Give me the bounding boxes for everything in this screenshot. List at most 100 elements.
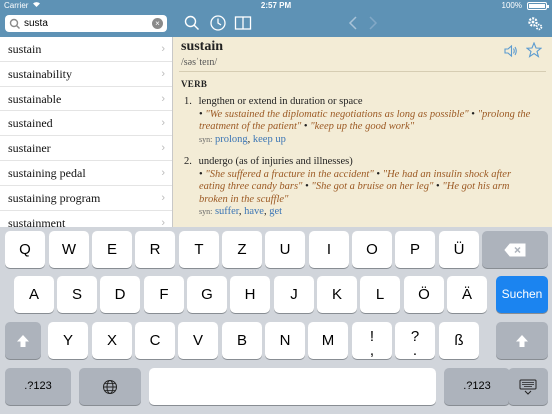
sense-definition: undergo (as of injuries and illnesses) [198,156,353,167]
key-r[interactable]: R [135,231,175,268]
list-item[interactable]: sustaining pedal › [0,161,172,186]
speaker-icon[interactable] [504,44,518,58]
star-icon[interactable] [525,41,543,58]
key-e[interactable]: E [92,231,132,268]
sense-2: 2. undergo (as of injuries and illnesses… [184,156,512,218]
list-item[interactable]: sustain › [0,37,172,62]
clock: 2:57 PM [260,1,292,10]
key-i[interactable]: I [309,231,349,268]
delete-key[interactable] [482,231,548,268]
top-bar: Carrier 2:57 PM 100% × [0,0,552,37]
chevron-right-icon: › [161,216,165,227]
key-exclamation-comma[interactable]: !, [352,322,392,359]
back-arrow-icon[interactable] [345,14,363,32]
key-eszett[interactable]: ß [439,322,479,359]
key-a-umlaut[interactable]: Ä [447,276,487,313]
key-b[interactable]: B [222,322,262,359]
numbers-key-right[interactable]: .?123 [444,368,510,405]
chevron-right-icon: › [161,117,165,130]
globe-icon [103,379,117,394]
battery-percent: 100% [501,1,522,10]
numbers-key[interactable]: .?123 [5,368,71,405]
history-icon[interactable] [209,14,227,32]
example: "We sustained the diplomatic negotiation… [205,108,469,120]
chevron-right-icon: › [161,67,165,80]
keyboard-dismiss-icon [519,379,537,395]
space-bar[interactable] [149,368,436,405]
key-u[interactable]: U [265,231,305,268]
example: "keep up the good work" [310,121,415,133]
definition-pane: sustain /səsˈteɪn/ VERB 1. lengthen or e… [173,37,552,227]
forward-arrow-icon[interactable] [363,14,381,32]
shift-arrow-icon [516,334,528,347]
sense-1: 1. lengthen or extend in duration or spa… [184,96,531,145]
globe-key[interactable] [79,368,141,405]
search-icon [9,17,21,29]
key-u-umlaut[interactable]: Ü [439,231,479,268]
hide-keyboard-key[interactable] [508,368,548,405]
key-q[interactable]: Q [5,231,45,268]
chevron-right-icon: › [161,166,165,179]
shift-arrow-icon [17,334,29,347]
clear-search-icon[interactable]: × [152,18,163,29]
shift-key[interactable] [5,322,41,359]
syn-label: syn: [199,134,213,144]
key-k[interactable]: K [317,276,357,313]
sense-definition: lengthen or extend in duration or space [198,96,363,107]
chevron-right-icon: › [161,92,165,105]
syn-label: syn: [199,207,213,217]
key-p[interactable]: P [395,231,435,268]
synonym-link[interactable]: suffer [215,206,239,217]
list-item[interactable]: sustainer › [0,136,172,161]
search-field[interactable]: × [5,15,167,32]
list-item[interactable]: sustainable › [0,87,172,112]
key-o[interactable]: O [352,231,392,268]
key-d[interactable]: D [100,276,140,313]
key-x[interactable]: X [92,322,132,359]
settings-icon[interactable] [526,14,544,32]
key-g[interactable]: G [187,276,227,313]
search-icon[interactable] [183,14,201,32]
synonym-link[interactable]: have [244,206,264,217]
key-l[interactable]: L [360,276,400,313]
list-item[interactable]: sustainability › [0,62,172,87]
key-s[interactable]: S [57,276,97,313]
key-question-period[interactable]: ?. [395,322,435,359]
key-o-umlaut[interactable]: Ö [404,276,444,313]
keyboard: Q W E R T Z U I O P Ü A S D F G H J K L … [0,227,552,414]
key-c[interactable]: C [135,322,175,359]
results-list: sustain › sustainability › sustainable › su… [0,37,173,227]
synonym-link[interactable]: keep up [253,134,286,145]
shift-key-right[interactable] [496,322,548,359]
key-v[interactable]: V [178,322,218,359]
search-key[interactable]: Suchen [496,276,548,313]
headword: sustain [181,39,224,54]
key-j[interactable]: J [274,276,314,313]
key-h[interactable]: H [230,276,270,313]
key-f[interactable]: F [144,276,184,313]
part-of-speech: VERB [181,79,208,89]
battery-icon [527,2,549,10]
synonym-link[interactable]: prolong [215,134,248,145]
chevron-right-icon: › [161,142,165,155]
key-y[interactable]: Y [48,322,88,359]
key-n[interactable]: N [265,322,305,359]
example: "She got a bruise on her leg" [311,181,434,193]
sense-number: 1. [184,96,192,107]
backspace-icon [504,243,526,256]
chevron-right-icon: › [161,43,165,55]
synonym-link[interactable]: get [269,206,282,217]
key-z[interactable]: Z [222,231,262,268]
list-item[interactable]: sustained › [0,111,172,137]
list-item[interactable]: sustaining program › [0,186,172,211]
list-item[interactable]: sustainment › [0,211,172,227]
key-t[interactable]: T [179,231,219,268]
search-input[interactable] [24,16,149,31]
status-bar: Carrier 2:57 PM 100% [0,0,552,12]
book-icon[interactable] [234,14,252,32]
sense-number: 2. [184,156,192,167]
key-a[interactable]: A [14,276,54,313]
example: "She suffered a fracture in the accident… [205,168,374,180]
key-m[interactable]: M [308,322,348,359]
key-w[interactable]: W [49,231,89,268]
